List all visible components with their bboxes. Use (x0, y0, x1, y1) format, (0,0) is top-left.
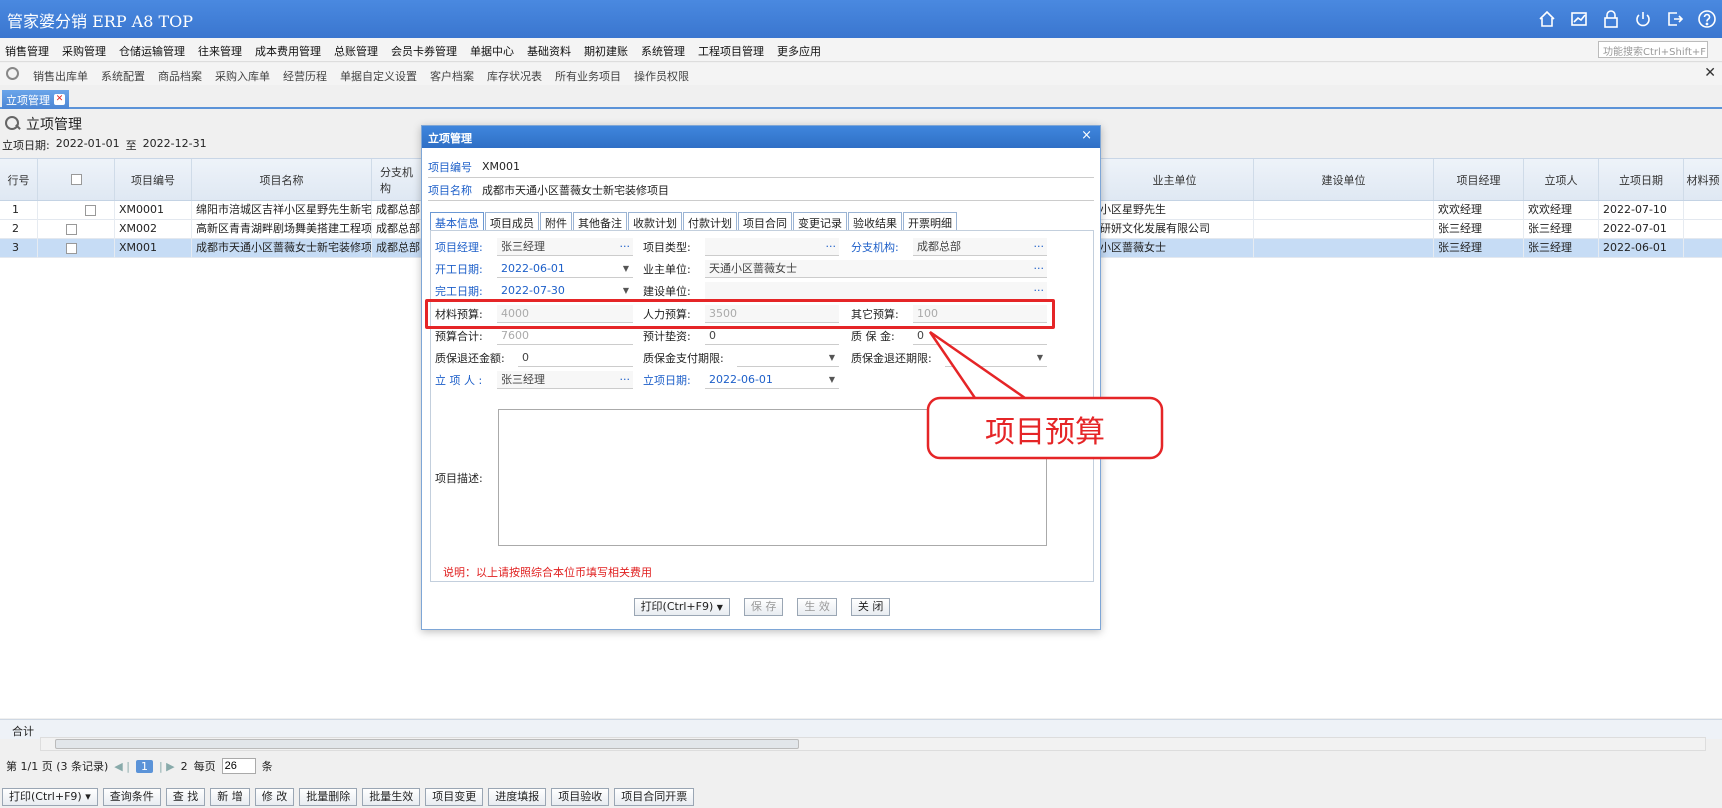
callout-shape (926, 330, 1164, 460)
callout-label: 项目预算 (985, 415, 1105, 450)
